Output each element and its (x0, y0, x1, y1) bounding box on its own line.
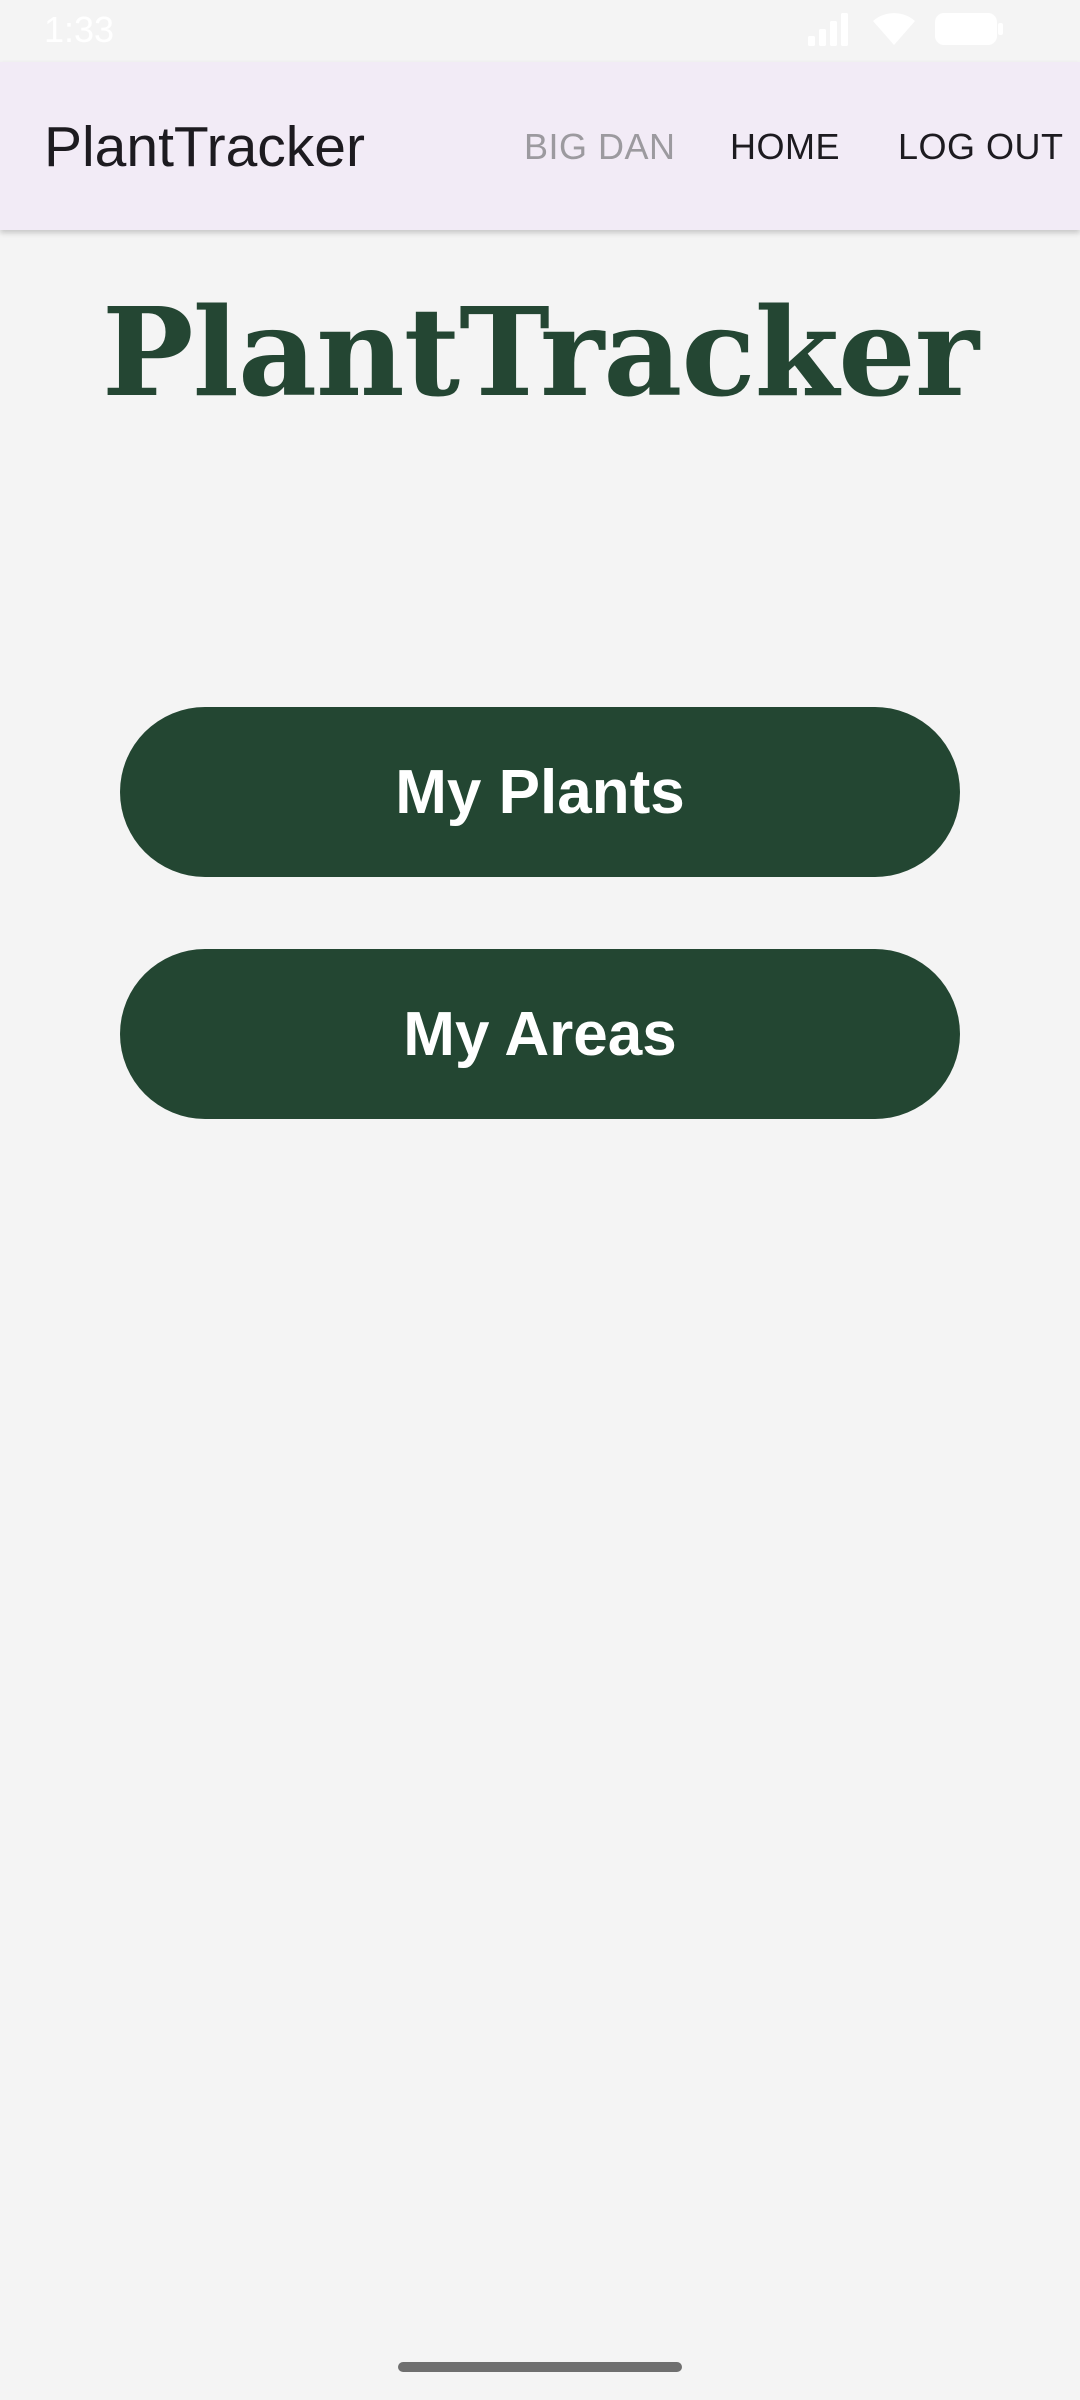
battery-icon (934, 12, 1004, 51)
my-plants-button[interactable]: My Plants (120, 707, 960, 877)
app-bar-title: PlantTracker (44, 115, 365, 179)
gesture-home-indicator[interactable] (398, 2362, 682, 2372)
status-bar: 1:33 (0, 0, 1080, 62)
my-areas-button[interactable]: My Areas (120, 949, 960, 1119)
home-button[interactable]: HOME (730, 120, 840, 174)
user-name-button[interactable]: BIG DAN (524, 120, 676, 174)
signal-icon (806, 12, 854, 51)
top-app-bar: PlantTracker BIG DAN HOME LOG OUT (0, 62, 1080, 230)
page-title: PlantTracker (101, 280, 979, 424)
my-areas-button-label: My Areas (403, 999, 677, 1069)
log-out-button[interactable]: LOG OUT (898, 120, 1064, 174)
wifi-icon (872, 12, 916, 51)
status-time: 1:33 (44, 9, 115, 50)
status-icons (806, 12, 1004, 50)
my-plants-button-label: My Plants (395, 757, 685, 827)
